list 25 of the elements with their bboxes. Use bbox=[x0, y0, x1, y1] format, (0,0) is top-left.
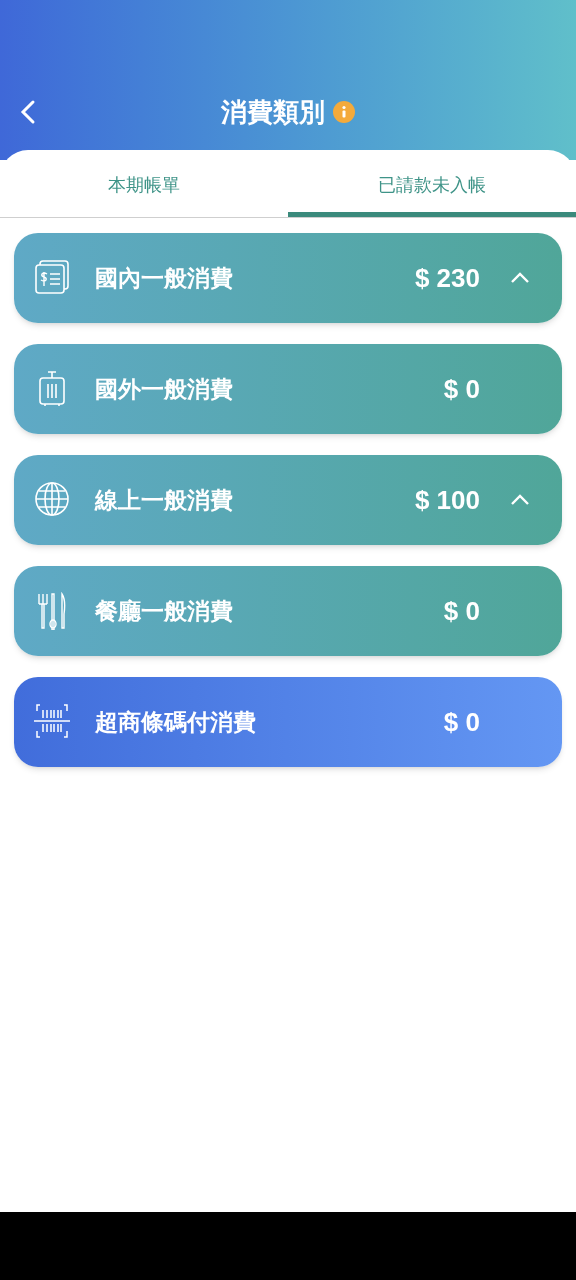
bill-icon bbox=[34, 259, 70, 297]
category-card[interactable]: 線上一般消費 $ 100 bbox=[14, 455, 562, 545]
category-card[interactable]: 國外一般消費 $ 0 bbox=[14, 344, 562, 434]
tab[interactable]: 本期帳單 bbox=[0, 150, 288, 217]
page-title: 消費類別 bbox=[221, 96, 325, 129]
globe-icon bbox=[34, 481, 70, 519]
amount: $ 0 bbox=[443, 705, 480, 739]
info-icon[interactable] bbox=[333, 101, 355, 123]
category-name: 國內一般消費 bbox=[95, 263, 234, 293]
amount: $ 0 bbox=[443, 372, 480, 406]
category-name: 國外一般消費 bbox=[95, 374, 234, 404]
tab[interactable]: 已請款未入帳 bbox=[288, 150, 576, 217]
category-name: 餐廳一般消費 bbox=[95, 596, 234, 626]
chevron-up-icon[interactable] bbox=[510, 272, 530, 284]
amount: $ 100 bbox=[414, 483, 480, 517]
amount: $ 0 bbox=[443, 594, 480, 628]
category-card[interactable]: 超商條碼付消費 $ 0 bbox=[14, 677, 562, 767]
amount: $ 230 bbox=[414, 261, 480, 295]
category-name: 線上一般消費 bbox=[95, 485, 234, 515]
chevron-up-icon[interactable] bbox=[510, 494, 530, 506]
category-card[interactable]: 國內一般消費 $ 230 bbox=[14, 233, 562, 323]
back-icon[interactable] bbox=[20, 99, 36, 125]
barcode-icon bbox=[34, 703, 70, 741]
category-card[interactable]: 餐廳一般消費 $ 0 bbox=[14, 566, 562, 656]
category-name: 超商條碼付消費 bbox=[95, 707, 257, 737]
